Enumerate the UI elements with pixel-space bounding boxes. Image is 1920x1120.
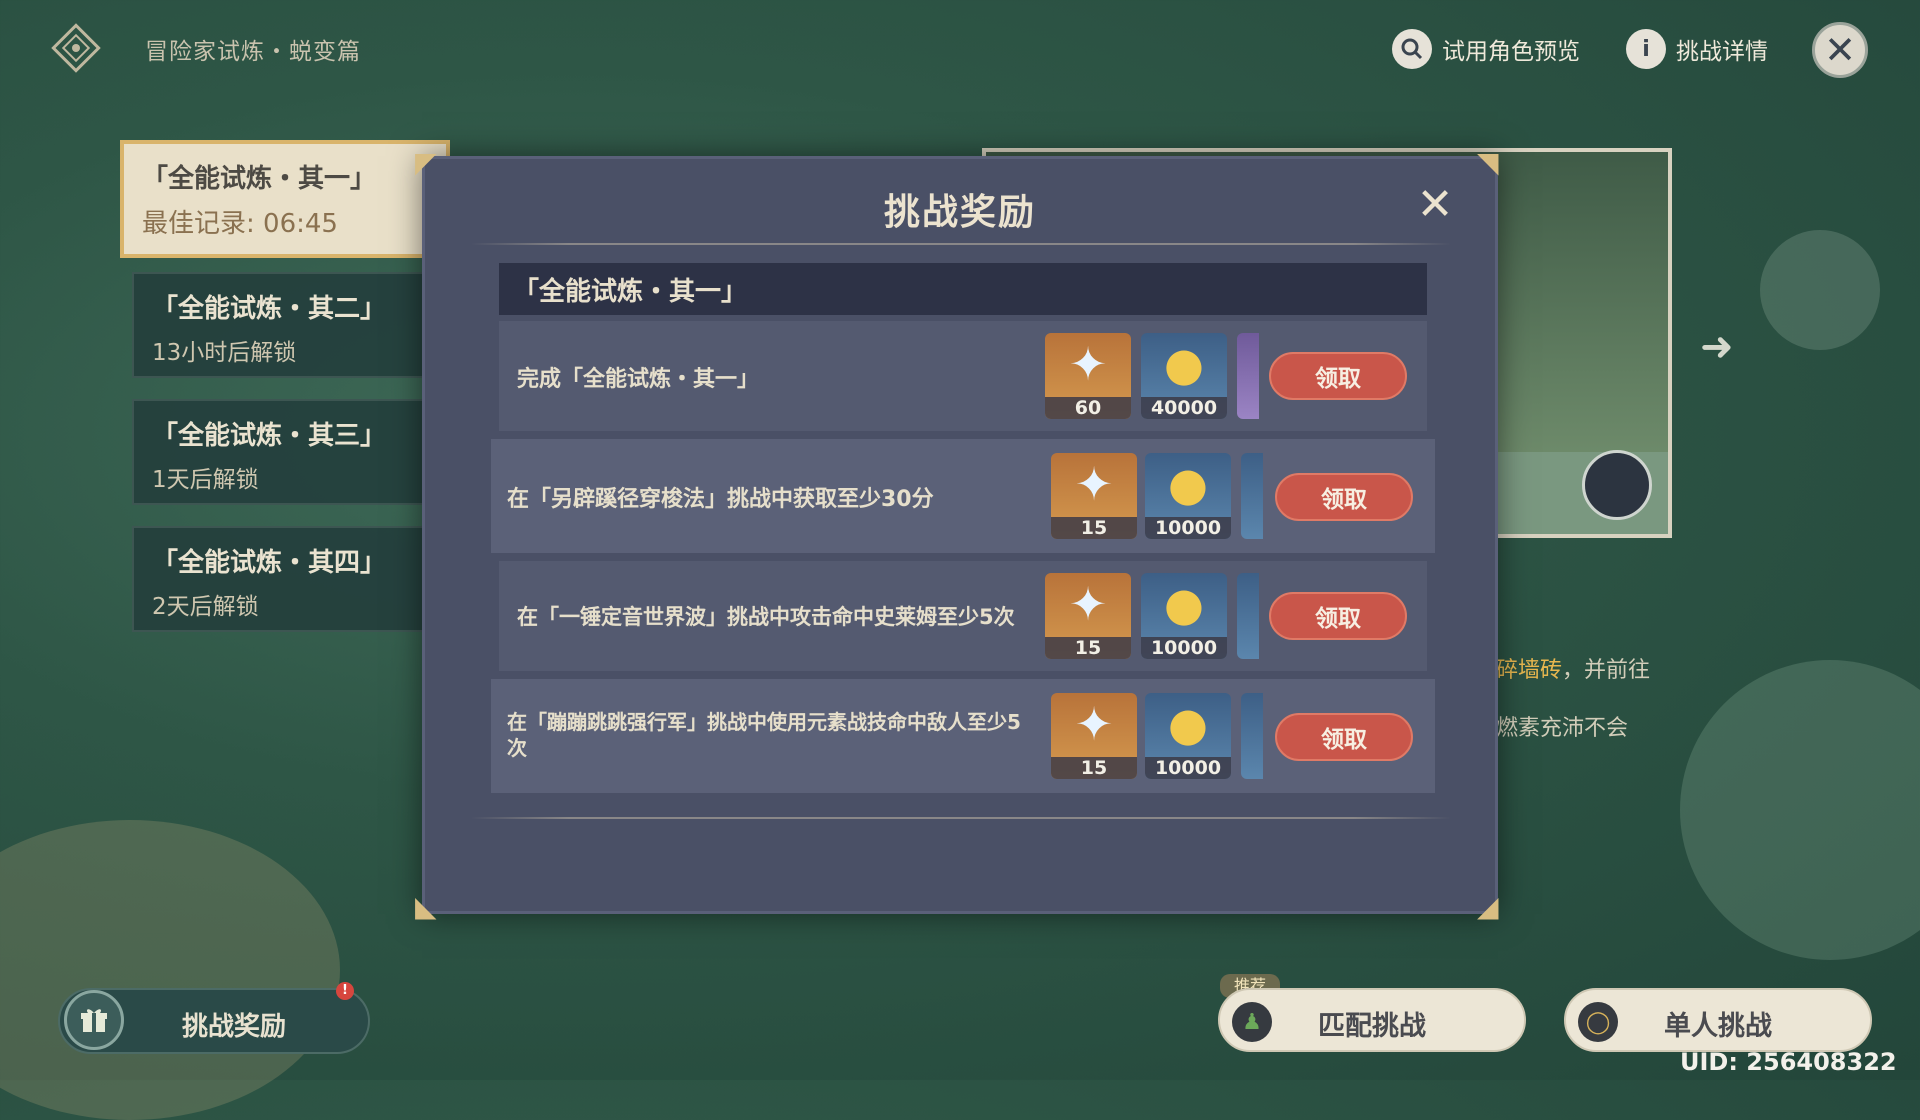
mora-coin-icon: ● <box>1163 577 1205 631</box>
character-avatar[interactable] <box>1582 450 1652 520</box>
claim-button[interactable]: 领取 <box>1269 592 1407 640</box>
mora-coin-icon: ● <box>1163 337 1205 391</box>
mora-coin-icon: ● <box>1167 457 1209 511</box>
modal-close-button[interactable]: ✕ <box>1413 183 1457 227</box>
trial-character-preview-label: 试用角色预览 <box>1442 39 1580 65</box>
challenge-rewards-label: 挑战奖励 <box>182 1012 287 1042</box>
primogem-icon: ✦ <box>1068 337 1108 391</box>
reward-quantity: 15 <box>1045 637 1131 659</box>
challenge-rewards-button[interactable]: 挑战奖励 <box>58 988 370 1054</box>
trial-name: 「全能试炼・其一」 <box>142 164 377 194</box>
row-objective: 在「一锤定音世界波」挑战中攻击命中史莱姆至少5次 <box>517 605 1015 629</box>
challenge-details-label: 挑战详情 <box>1676 39 1768 65</box>
reward-row: 完成「全能试炼・其一」 ✦ 60 ● 40000 领取 <box>499 321 1427 431</box>
user-uid: UID: 256408322 <box>1680 1048 1897 1076</box>
primogem-reward[interactable]: ✦ 60 <box>1045 333 1131 419</box>
corner-ornament-icon: ◤ <box>415 146 437 179</box>
solo-challenge-button[interactable]: ◯ 单人挑战 <box>1564 988 1872 1052</box>
corner-ornament-icon: ◥ <box>1477 146 1499 179</box>
extra-reward-partial[interactable] <box>1237 333 1259 419</box>
mora-reward[interactable]: ● 10000 <box>1141 573 1227 659</box>
mora-reward[interactable]: ● 10000 <box>1145 453 1231 539</box>
solo-challenge-label: 单人挑战 <box>1664 1011 1772 1042</box>
event-title: 冒险家试炼・蜕变篇 <box>145 39 361 65</box>
close-event-button[interactable]: ✕ <box>1812 22 1868 78</box>
trial-name: 「全能试炼・其二」 <box>152 294 387 324</box>
divider <box>471 817 1451 819</box>
reward-quantity: 10000 <box>1145 517 1231 539</box>
mora-coin-icon: ● <box>1167 697 1209 751</box>
row-objective: 完成「全能试炼・其一」 <box>517 367 760 392</box>
trial-unlock-time: 2天后解锁 <box>152 594 259 620</box>
notification-badge: ! <box>336 982 354 1000</box>
background-blob <box>1760 230 1880 350</box>
challenge-details-button[interactable]: i 挑战详情 <box>1626 26 1768 72</box>
extra-reward-partial[interactable] <box>1241 693 1263 779</box>
background-blob <box>0 820 340 1120</box>
corner-ornament-icon: ◣ <box>415 890 437 923</box>
close-icon: ✕ <box>1824 28 1856 72</box>
reward-quantity: 15 <box>1051 517 1137 539</box>
reward-row: 在「一锤定音世界波」挑战中攻击命中史莱姆至少5次 ✦ 15 ● 10000 领取 <box>499 561 1427 671</box>
primogem-reward[interactable]: ✦ 15 <box>1051 693 1137 779</box>
reward-quantity: 10000 <box>1141 637 1227 659</box>
gift-icon <box>64 990 124 1050</box>
description-line-2: 燃素充沛不会 <box>1496 716 1629 741</box>
match-challenge-label: 匹配挑战 <box>1318 1011 1426 1042</box>
reward-row: 在「蹦蹦跳跳强行军」挑战中使用元素战技命中敌人至少5次 ✦ 15 ● 10000… <box>491 679 1435 793</box>
primogem-reward[interactable]: ✦ 15 <box>1051 453 1137 539</box>
row-objective: 在「另辟蹊径穿梭法」挑战中获取至少30分 <box>507 487 934 512</box>
trial-item-2[interactable]: 「全能试炼・其二」 13小时后解锁 <box>132 272 450 378</box>
extra-reward-partial[interactable] <box>1237 573 1259 659</box>
corner-ornament-icon: ◢ <box>1477 890 1499 923</box>
trial-item-3[interactable]: 「全能试炼・其三」 1天后解锁 <box>132 399 450 505</box>
mora-reward[interactable]: ● 40000 <box>1141 333 1227 419</box>
section-heading: 「全能试炼・其一」 <box>499 263 1427 315</box>
divider <box>471 243 1451 245</box>
reward-quantity: 15 <box>1051 757 1137 779</box>
row-objective: 在「蹦蹦跳跳强行军」挑战中使用元素战技命中敌人至少5次 <box>507 710 1021 760</box>
primogem-reward[interactable]: ✦ 15 <box>1045 573 1131 659</box>
primogem-icon: ✦ <box>1068 577 1108 631</box>
primogem-icon: ✦ <box>1074 457 1114 511</box>
claim-button[interactable]: 领取 <box>1275 713 1413 761</box>
trial-unlock-time: 1天后解锁 <box>152 467 259 493</box>
close-icon: ✕ <box>1416 179 1454 230</box>
trial-best-record: 最佳记录: 06:45 <box>142 209 338 239</box>
reward-row: 在「另辟蹊径穿梭法」挑战中获取至少30分 ✦ 15 ● 10000 领取 <box>491 439 1435 553</box>
background-blob <box>1680 660 1920 960</box>
description-line-1: 碎墙砖，并前往 <box>1496 658 1651 683</box>
primogem-icon: ✦ <box>1074 697 1114 751</box>
next-arrow-icon[interactable]: ➜ <box>1700 324 1736 370</box>
search-icon <box>1392 29 1432 69</box>
trial-name: 「全能试炼・其三」 <box>152 421 387 451</box>
event-logo-icon <box>50 22 102 74</box>
modal-title: 挑战奖励 <box>883 192 1036 233</box>
trial-unlock-time: 13小时后解锁 <box>152 340 297 366</box>
claim-button[interactable]: 领取 <box>1275 473 1413 521</box>
claim-button[interactable]: 领取 <box>1269 352 1407 400</box>
trial-character-preview-button[interactable]: 试用角色预览 <box>1392 26 1580 72</box>
reward-quantity: 10000 <box>1145 757 1231 779</box>
mora-reward[interactable]: ● 10000 <box>1145 693 1231 779</box>
reward-quantity: 60 <box>1045 397 1131 419</box>
info-icon: i <box>1626 29 1666 69</box>
reward-quantity: 40000 <box>1141 397 1227 419</box>
challenge-rewards-modal: ◤ ◥ ◣ ◢ 挑战奖励 ✕ 「全能试炼・其一」 完成「全能试炼・其一」 ✦ 6… <box>415 149 1499 921</box>
extra-reward-partial[interactable] <box>1241 453 1263 539</box>
trial-item-1[interactable]: 「全能试炼・其一」 最佳记录: 06:45 <box>120 140 450 258</box>
trial-name: 「全能试炼・其四」 <box>152 548 387 578</box>
match-challenge-button[interactable]: ♟ 匹配挑战 <box>1218 988 1526 1052</box>
top-bar: 冒险家试炼・蜕变篇 试用角色预览 i 挑战详情 ✕ <box>0 0 1920 100</box>
trial-item-4[interactable]: 「全能试炼・其四」 2天后解锁 <box>132 526 450 632</box>
